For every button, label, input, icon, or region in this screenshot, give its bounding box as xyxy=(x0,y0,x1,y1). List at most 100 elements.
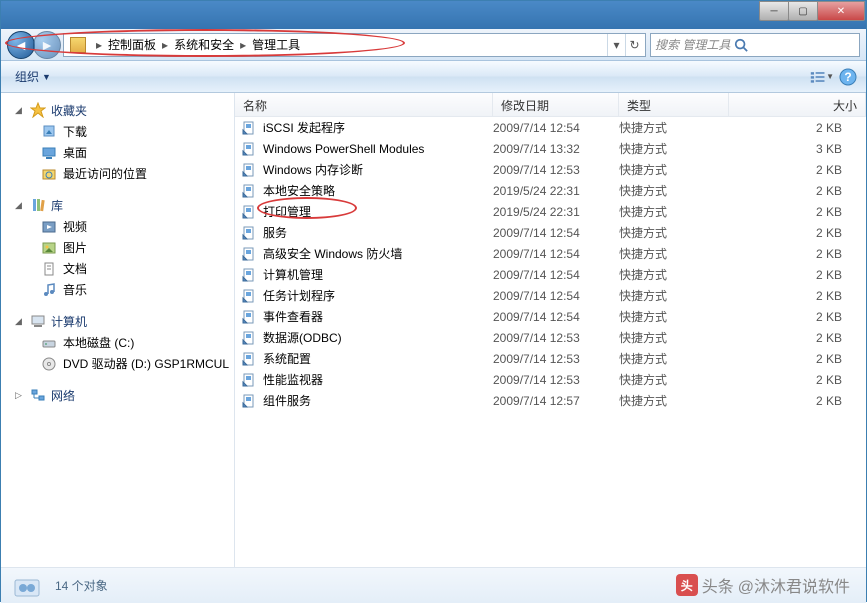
sidebar-item[interactable]: 音乐 xyxy=(1,279,234,300)
address-dropdown-icon[interactable]: ▾ xyxy=(607,34,625,56)
sidebar-item-label: 视频 xyxy=(63,218,87,235)
star-icon xyxy=(29,101,47,119)
file-name: 打印管理 xyxy=(263,203,311,220)
shortcut-icon xyxy=(241,393,257,409)
sidebar-header[interactable]: ◢ 收藏夹 xyxy=(1,99,234,121)
file-list: 名称 修改日期 类型 大小 iSCSI 发起程序2009/7/14 12:54快… xyxy=(235,93,866,567)
picture-icon xyxy=(41,240,57,256)
breadcrumb-item[interactable]: 系统和安全 xyxy=(174,36,234,53)
back-button[interactable]: ◄ xyxy=(7,31,35,59)
sidebar-item-label: 图片 xyxy=(63,239,87,256)
file-row[interactable]: 事件查看器2009/7/14 12:54快捷方式2 KB xyxy=(235,306,866,327)
close-button[interactable]: ✕ xyxy=(817,1,865,21)
download-icon xyxy=(41,124,57,140)
file-date: 2009/7/14 13:32 xyxy=(493,142,619,156)
content-area: ◢ 收藏夹下载桌面最近访问的位置 ◢库视频图片文档音乐 ◢计算机本地磁盘 (C:)DV… xyxy=(1,93,866,567)
document-icon xyxy=(41,261,57,277)
file-row[interactable]: 计算机管理2009/7/14 12:54快捷方式2 KB xyxy=(235,264,866,285)
file-size: 2 KB xyxy=(729,226,866,240)
network-icon xyxy=(29,386,47,404)
watermark: 头 头条 @沐沐君说软件 xyxy=(676,573,850,597)
shortcut-icon xyxy=(241,141,257,157)
file-row[interactable]: Windows 内存诊断2009/7/14 12:53快捷方式2 KB xyxy=(235,159,866,180)
sidebar-header[interactable]: ▷网络 xyxy=(1,384,234,406)
sidebar-item[interactable]: 图片 xyxy=(1,237,234,258)
organize-button[interactable]: 组织 ▼ xyxy=(7,65,59,88)
toolbar: 组织 ▼ ▼ ? xyxy=(1,61,866,93)
file-type: 快捷方式 xyxy=(619,245,729,262)
shortcut-icon xyxy=(241,288,257,304)
desktop-icon xyxy=(41,145,57,161)
file-size: 2 KB xyxy=(729,289,866,303)
file-row[interactable]: 服务2009/7/14 12:54快捷方式2 KB xyxy=(235,222,866,243)
file-type: 快捷方式 xyxy=(619,161,729,178)
sidebar-item-label: 音乐 xyxy=(63,281,87,298)
file-name: 数据源(ODBC) xyxy=(263,329,342,346)
address-bar[interactable]: ▸ 控制面板 ▸ 系统和安全 ▸ 管理工具 ▾ ↻ xyxy=(63,33,646,57)
file-type: 快捷方式 xyxy=(619,182,729,199)
minimize-button[interactable]: ─ xyxy=(759,1,789,21)
titlebar[interactable]: ─ ▢ ✕ xyxy=(1,1,866,29)
sidebar: ◢ 收藏夹下载桌面最近访问的位置 ◢库视频图片文档音乐 ◢计算机本地磁盘 (C:)DV… xyxy=(1,93,235,567)
refresh-button[interactable]: ↻ xyxy=(625,34,643,56)
sidebar-item[interactable]: DVD 驱动器 (D:) GSP1RMCUL xyxy=(1,353,234,374)
file-type: 快捷方式 xyxy=(619,224,729,241)
file-row[interactable]: Windows PowerShell Modules2009/7/14 13:3… xyxy=(235,138,866,159)
breadcrumb-item[interactable]: 管理工具 xyxy=(252,36,300,53)
sidebar-header[interactable]: ◢计算机 xyxy=(1,310,234,332)
sidebar-item[interactable]: 文档 xyxy=(1,258,234,279)
sidebar-item[interactable]: 下载 xyxy=(1,121,234,142)
crumb-sep-icon[interactable]: ▸ xyxy=(234,38,252,52)
recent-icon xyxy=(41,166,57,182)
shortcut-icon xyxy=(241,309,257,325)
file-size: 2 KB xyxy=(729,163,866,177)
sidebar-item[interactable]: 桌面 xyxy=(1,142,234,163)
file-name: 组件服务 xyxy=(263,392,311,409)
shortcut-icon xyxy=(241,330,257,346)
sidebar-item[interactable]: 最近访问的位置 xyxy=(1,163,234,184)
file-type: 快捷方式 xyxy=(619,266,729,283)
maximize-button[interactable]: ▢ xyxy=(788,1,818,21)
help-button[interactable]: ? xyxy=(836,65,860,89)
file-row[interactable]: 组件服务2009/7/14 12:57快捷方式2 KB xyxy=(235,390,866,411)
watermark-icon: 头 xyxy=(676,574,698,596)
column-type[interactable]: 类型 xyxy=(619,93,729,116)
file-row[interactable]: 打印管理2019/5/24 22:31快捷方式2 KB xyxy=(235,201,866,222)
view-options-button[interactable]: ▼ xyxy=(810,65,834,89)
sidebar-header[interactable]: ◢库 xyxy=(1,194,234,216)
search-input[interactable]: 搜索 管理工具 xyxy=(650,33,860,57)
sidebar-header-label: 收藏夹 xyxy=(51,102,87,119)
file-row[interactable]: 高级安全 Windows 防火墙2009/7/14 12:54快捷方式2 KB xyxy=(235,243,866,264)
column-date[interactable]: 修改日期 xyxy=(493,93,619,116)
file-row[interactable]: 本地安全策略2019/5/24 22:31快捷方式2 KB xyxy=(235,180,866,201)
chevron-down-icon: ▼ xyxy=(42,72,51,82)
column-name[interactable]: 名称 xyxy=(235,93,493,116)
sidebar-item[interactable]: 视频 xyxy=(1,216,234,237)
file-type: 快捷方式 xyxy=(619,392,729,409)
file-row[interactable]: iSCSI 发起程序2009/7/14 12:54快捷方式2 KB xyxy=(235,117,866,138)
file-size: 2 KB xyxy=(729,394,866,408)
breadcrumb-item[interactable]: 控制面板 xyxy=(108,36,156,53)
file-name: 任务计划程序 xyxy=(263,287,335,304)
file-row[interactable]: 数据源(ODBC)2009/7/14 12:53快捷方式2 KB xyxy=(235,327,866,348)
file-date: 2019/5/24 22:31 xyxy=(493,205,619,219)
music-icon xyxy=(41,282,57,298)
shortcut-icon xyxy=(241,372,257,388)
file-type: 快捷方式 xyxy=(619,119,729,136)
file-type: 快捷方式 xyxy=(619,308,729,325)
crumb-sep-icon[interactable]: ▸ xyxy=(90,38,108,52)
sidebar-item[interactable]: 本地磁盘 (C:) xyxy=(1,332,234,353)
file-row[interactable]: 任务计划程序2009/7/14 12:54快捷方式2 KB xyxy=(235,285,866,306)
file-row[interactable]: 性能监视器2009/7/14 12:53快捷方式2 KB xyxy=(235,369,866,390)
sidebar-group: ◢ 收藏夹下载桌面最近访问的位置 xyxy=(1,99,234,184)
forward-button[interactable]: ► xyxy=(33,31,61,59)
column-size[interactable]: 大小 xyxy=(729,93,866,116)
file-row[interactable]: 系统配置2009/7/14 12:53快捷方式2 KB xyxy=(235,348,866,369)
twisty-icon: ◢ xyxy=(15,105,25,116)
sidebar-item-label: 最近访问的位置 xyxy=(63,165,147,182)
chevron-down-icon: ▼ xyxy=(826,72,834,81)
computer-icon xyxy=(29,312,47,330)
file-date: 2009/7/14 12:54 xyxy=(493,247,619,261)
crumb-sep-icon[interactable]: ▸ xyxy=(156,38,174,52)
file-date: 2019/5/24 22:31 xyxy=(493,184,619,198)
